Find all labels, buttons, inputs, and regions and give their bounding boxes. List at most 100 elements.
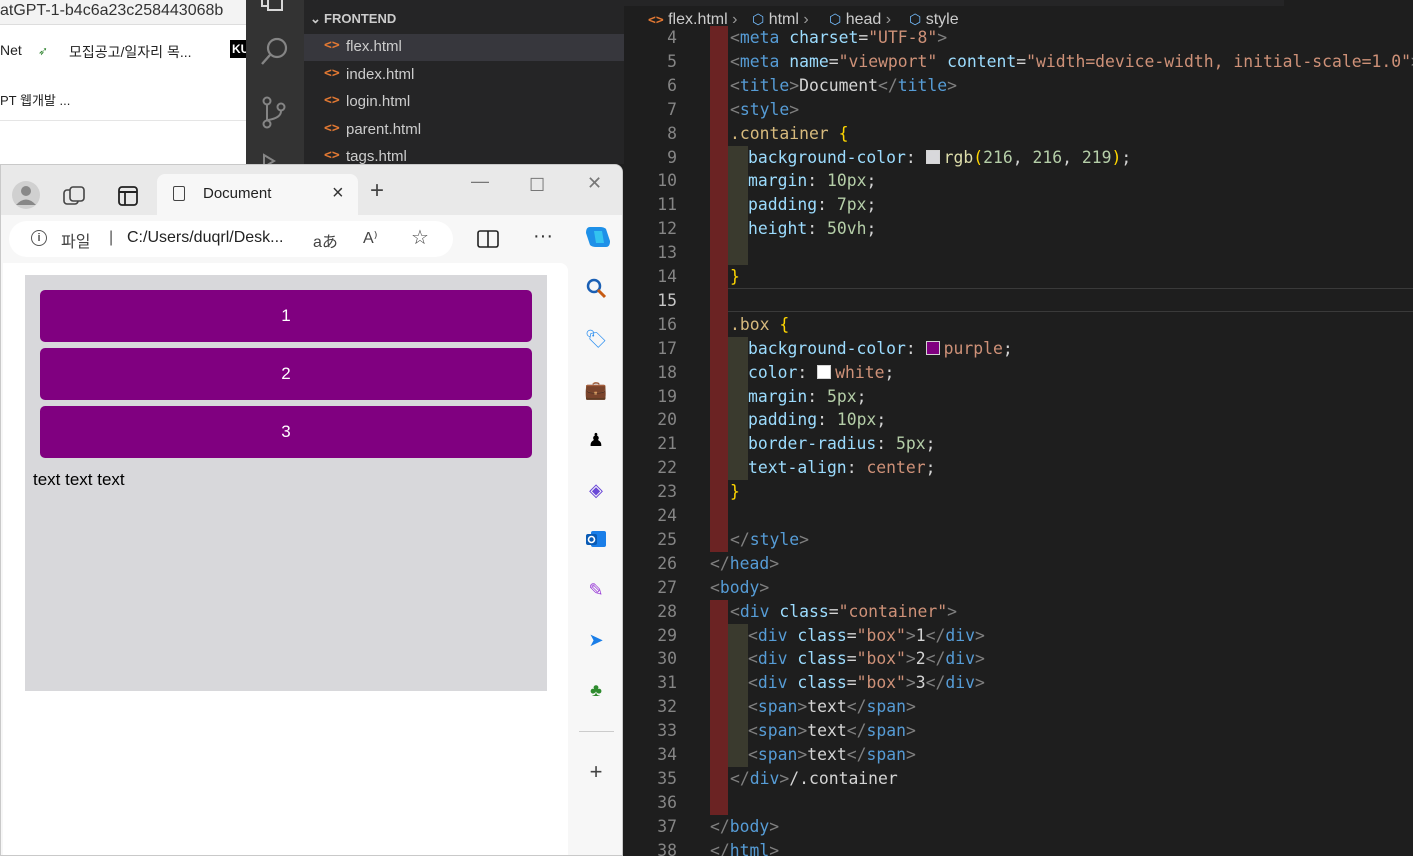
copilot-icon[interactable]	[584, 225, 610, 249]
address-bar[interactable]: i 파일 | C:/Users/duqrl/Desk... aあ A⁾ ☆	[9, 221, 453, 257]
code-line[interactable]: 10 margin: 10px;	[624, 169, 1413, 194]
code-text: padding: 7px;	[748, 195, 877, 215]
search-icon[interactable]	[584, 277, 608, 301]
line-number: 12	[657, 219, 677, 239]
file-item-login[interactable]: <> login.html	[304, 89, 624, 116]
bookmark-item[interactable]: KU	[230, 40, 246, 58]
explorer-section-header[interactable]: ⌄ FRONTEND	[310, 11, 396, 27]
code-line[interactable]: 37 </body>	[624, 815, 1413, 839]
background-page-text[interactable]: PT 웹개발 ...	[0, 90, 70, 109]
file-name: parent.html	[346, 121, 422, 138]
color-swatch[interactable]	[925, 340, 940, 355]
tree-icon[interactable]: ♣	[584, 678, 608, 702]
code-line[interactable]: 27 <body>	[624, 576, 1413, 600]
file-name: tags.html	[346, 148, 407, 165]
code-line[interactable]: 4 <meta charset="UTF-8">	[624, 26, 1413, 50]
color-swatch[interactable]	[925, 149, 940, 164]
code-line[interactable]: 8 .container {	[624, 121, 1413, 146]
code-line[interactable]: 32 <span>text</span>	[624, 695, 1413, 720]
code-line[interactable]: 17 background-color: purple;	[624, 336, 1413, 361]
minimize-icon[interactable]: —	[471, 171, 489, 192]
code-text: </html>	[710, 840, 780, 856]
code-line[interactable]: 11 padding: 7px;	[624, 193, 1413, 218]
code-line[interactable]: 35 </div>/.container	[624, 766, 1413, 791]
code-line[interactable]: 19 margin: 5px;	[624, 384, 1413, 409]
bookmark-item[interactable]: 모집공고/일자리 목...	[69, 42, 192, 62]
code-line[interactable]: 24	[624, 504, 1413, 528]
indent-guide	[710, 265, 728, 289]
code-line[interactable]: 22 text-align: center;	[624, 456, 1413, 481]
code-line[interactable]: 25 </style>	[624, 527, 1413, 552]
indent-guide	[710, 647, 728, 672]
code-line[interactable]: 36	[624, 790, 1413, 815]
tools-briefcase-icon[interactable]: 💼	[584, 378, 608, 402]
code-line[interactable]: 21 border-radius: 5px;	[624, 432, 1413, 457]
code-line[interactable]: 31 <div class="box">3</div>	[624, 671, 1413, 696]
code-line[interactable]: 34 <span>text</span>	[624, 743, 1413, 767]
maximize-icon[interactable]: ☐	[529, 175, 545, 196]
file-item-flex[interactable]: <> flex.html	[304, 34, 624, 61]
line-number: 22	[657, 458, 677, 478]
code-text: <meta charset="UTF-8">	[730, 28, 948, 47]
code-line[interactable]: 28 <div class="container">	[624, 599, 1413, 624]
background-tab[interactable]: atGPT-1-b4c6a23c258443068b	[0, 0, 246, 25]
explorer-section-title: FRONTEND	[324, 11, 397, 26]
bookmark-item[interactable]: Net	[0, 42, 22, 58]
indent-guide	[728, 360, 748, 385]
code-line[interactable]: 30 <div class="box">2</div>	[624, 647, 1413, 672]
code-line[interactable]: 33 <span>text</span>	[624, 719, 1413, 744]
file-item-index[interactable]: <> index.html	[304, 62, 624, 89]
more-options-icon[interactable]: ···	[533, 225, 553, 248]
code-line[interactable]: 7 <style>	[624, 97, 1413, 122]
add-sidebar-app-icon[interactable]: +	[584, 760, 608, 784]
code-line[interactable]: 12 height: 50vh;	[624, 217, 1413, 242]
code-line[interactable]: 15	[624, 288, 1413, 313]
code-line[interactable]: 6 <title>Document</title>	[624, 73, 1413, 98]
designer-icon[interactable]: ✎	[584, 578, 608, 602]
tab-document[interactable]: Document ×	[157, 174, 358, 215]
games-chess-icon[interactable]: ♟	[584, 428, 608, 452]
search-icon[interactable]	[260, 36, 290, 72]
profile-avatar-icon[interactable]	[11, 180, 41, 215]
indent-guide	[728, 193, 748, 218]
send-icon[interactable]: ➤	[584, 628, 608, 652]
close-window-icon[interactable]: ✕	[587, 173, 602, 194]
code-line[interactable]: 9 background-color: rgb(216, 216, 219);	[624, 145, 1413, 170]
code-line[interactable]: 26 </head>	[624, 552, 1413, 576]
code-line[interactable]: 38 </html>	[624, 839, 1413, 856]
new-tab-button[interactable]: +	[370, 179, 384, 203]
shopping-tag-icon[interactable]: 🏷	[584, 327, 608, 351]
source-control-icon[interactable]	[260, 96, 288, 134]
color-swatch[interactable]	[817, 364, 832, 379]
code-line[interactable]: 20 padding: 10px;	[624, 408, 1413, 433]
line-number: 27	[657, 577, 677, 597]
code-editor[interactable]: <> flex.html › ⬡ html › ⬡ head › ⬡ style…	[624, 0, 1413, 856]
code-line[interactable]: 16 .box {	[624, 312, 1413, 337]
file-item-parent[interactable]: <> parent.html	[304, 117, 624, 144]
indent-guide	[728, 647, 748, 672]
explorer-icon[interactable]	[260, 0, 288, 16]
code-line[interactable]: 14}	[624, 265, 1413, 289]
translate-icon[interactable]: aあ	[313, 228, 338, 252]
file-explorer: ⌄ FRONTEND <> flex.html <> index.html <> …	[304, 0, 624, 165]
microsoft365-icon[interactable]: ◈	[584, 478, 608, 502]
favorite-star-icon[interactable]: ☆	[411, 225, 429, 250]
split-screen-icon[interactable]	[477, 229, 499, 254]
tab-actions-icon[interactable]	[117, 185, 139, 212]
workspaces-icon[interactable]	[63, 185, 87, 212]
read-aloud-icon[interactable]: A⁾	[363, 228, 378, 248]
outlook-icon[interactable]	[584, 528, 608, 552]
line-number: 31	[657, 673, 677, 693]
code-line[interactable]: 29 <div class="box">1</div>	[624, 623, 1413, 648]
code-line[interactable]: 18 color: white;	[624, 360, 1413, 385]
code-line[interactable]: 13	[624, 241, 1413, 266]
code-line[interactable]: 23}	[624, 480, 1413, 505]
code-text: }	[730, 267, 740, 286]
info-icon[interactable]: i	[31, 230, 47, 246]
indent-guide	[710, 527, 728, 552]
code-text: margin: 10px;	[748, 171, 877, 191]
close-tab-icon[interactable]: ×	[332, 182, 344, 205]
code-line[interactable]: 5 <meta name="viewport" content="width=de…	[624, 49, 1413, 74]
address-url[interactable]: C:/Users/duqrl/Desk...	[127, 229, 283, 247]
code-text: <div class="container">	[730, 601, 958, 621]
